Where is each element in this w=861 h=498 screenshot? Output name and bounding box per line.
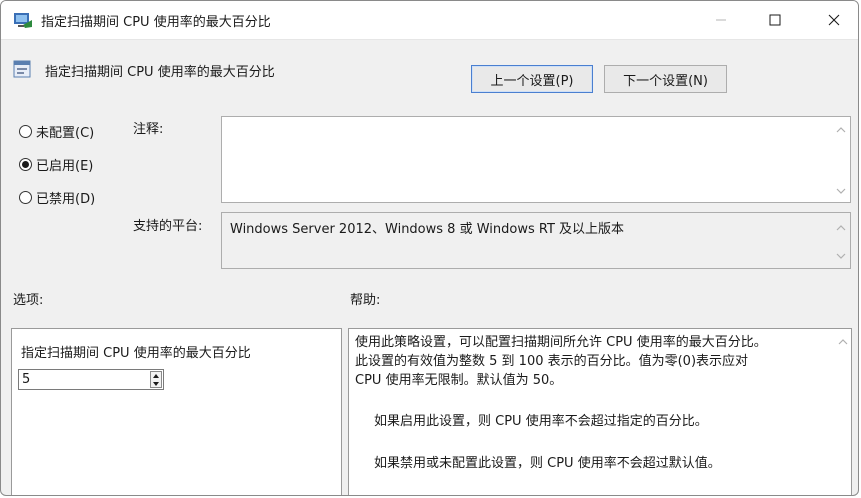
help-line: 如果禁用或未配置此设置，则 CPU 使用率不会超过默认值。 — [374, 456, 721, 471]
comment-scrollbar[interactable] — [833, 117, 850, 202]
previous-setting-button[interactable]: 上一个设置(P) — [471, 65, 593, 93]
cpu-percentage-spinner[interactable]: 5 — [18, 369, 164, 390]
radio-label: 未配置(C) — [36, 126, 95, 141]
chevron-up-icon[interactable] — [836, 223, 846, 233]
help-line: 如果启用此设置，则 CPU 使用率不会超过指定的百分比。 — [374, 414, 708, 429]
platform-scrollbar[interactable] — [833, 213, 850, 268]
maximize-button[interactable] — [752, 1, 798, 39]
chevron-up-icon[interactable] — [838, 337, 848, 347]
spinner-buttons[interactable] — [150, 371, 162, 388]
radio-circle[interactable] — [19, 191, 32, 204]
platform-label: 支持的平台: — [133, 219, 203, 234]
radio-circle[interactable] — [19, 158, 32, 171]
chevron-up-icon[interactable] — [836, 125, 846, 135]
help-line: 使用此策略设置，可以配置扫描期间所允许 CPU 使用率的最大百分比。 — [355, 335, 767, 350]
policy-title: 指定扫描期间 CPU 使用率的最大百分比 — [45, 65, 275, 80]
cpu-percentage-label: 指定扫描期间 CPU 使用率的最大百分比 — [21, 346, 251, 361]
help-panel: 使用此策略设置，可以配置扫描期间所允许 CPU 使用率的最大百分比。 此设置的有… — [348, 328, 852, 495]
policy-dialog: 指定扫描期间 CPU 使用率的最大百分比 指定扫描期间 CPU 使用率的最大百分… — [0, 0, 859, 496]
chevron-down-icon[interactable] — [836, 186, 846, 196]
radio-enabled[interactable]: 已启用(E) — [19, 155, 93, 174]
policy-app-icon — [14, 13, 32, 28]
platform-value: Windows Server 2012、Windows 8 或 Windows … — [230, 222, 625, 237]
spinner-value[interactable]: 5 — [22, 372, 30, 387]
help-line: 此设置的有效值为整数 5 到 100 表示的百分比。值为零(0)表示应对 — [355, 354, 749, 369]
close-button[interactable] — [811, 1, 857, 39]
close-icon — [828, 14, 840, 26]
radio-disabled[interactable]: 已禁用(D) — [19, 188, 95, 207]
radio-label: 已禁用(D) — [36, 192, 96, 207]
window-title: 指定扫描期间 CPU 使用率的最大百分比 — [41, 15, 271, 30]
help-scrollbar[interactable] — [835, 331, 852, 495]
options-panel: 指定扫描期间 CPU 使用率的最大百分比 — [11, 328, 342, 495]
minimize-icon — [716, 19, 726, 21]
next-setting-button[interactable]: 下一个设置(N) — [604, 65, 727, 93]
triangle-up-icon[interactable] — [152, 373, 160, 379]
minimize-button[interactable] — [698, 1, 744, 39]
radio-not-configured[interactable]: 未配置(C) — [19, 122, 94, 141]
chevron-down-icon[interactable] — [836, 251, 846, 261]
help-section-label: 帮助: — [350, 293, 381, 308]
help-line: CPU 使用率无限制。默认值为 50。 — [355, 373, 563, 388]
title-bar[interactable]: 指定扫描期间 CPU 使用率的最大百分比 — [1, 1, 858, 40]
comment-label: 注释: — [133, 122, 164, 137]
options-section-label: 选项: — [13, 293, 44, 308]
maximize-icon — [769, 14, 781, 26]
platform-textbox: Windows Server 2012、Windows 8 或 Windows … — [221, 212, 851, 269]
radio-label: 已启用(E) — [36, 159, 94, 174]
comment-textarea[interactable] — [221, 116, 851, 203]
triangle-down-icon[interactable] — [152, 381, 160, 387]
policy-setting-icon — [13, 60, 31, 78]
radio-circle[interactable] — [19, 125, 32, 138]
